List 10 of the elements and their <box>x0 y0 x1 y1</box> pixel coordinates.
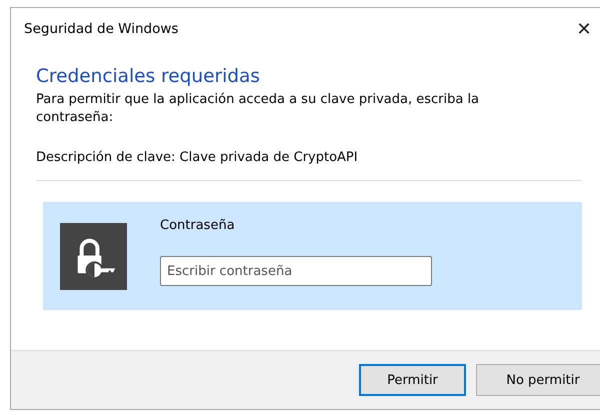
lock-key-icon <box>60 223 127 290</box>
window-title: Seguridad de Windows <box>24 21 178 37</box>
close-button[interactable]: ✕ <box>566 18 600 40</box>
message-text: Para permitir que la aplicación acceda a su clave privada, escriba la contraseña: <box>36 91 480 127</box>
password-field[interactable]: Escribir contraseña <box>160 256 432 286</box>
key-description: Descripción de clave: Clave privada de CryptoAPI <box>36 150 359 165</box>
dialog-heading: Credenciales requeridas <box>36 66 261 87</box>
password-label: Contraseña <box>160 218 236 233</box>
deny-button[interactable]: No permitir <box>476 364 600 396</box>
allow-button[interactable]: Permitir <box>359 364 466 396</box>
